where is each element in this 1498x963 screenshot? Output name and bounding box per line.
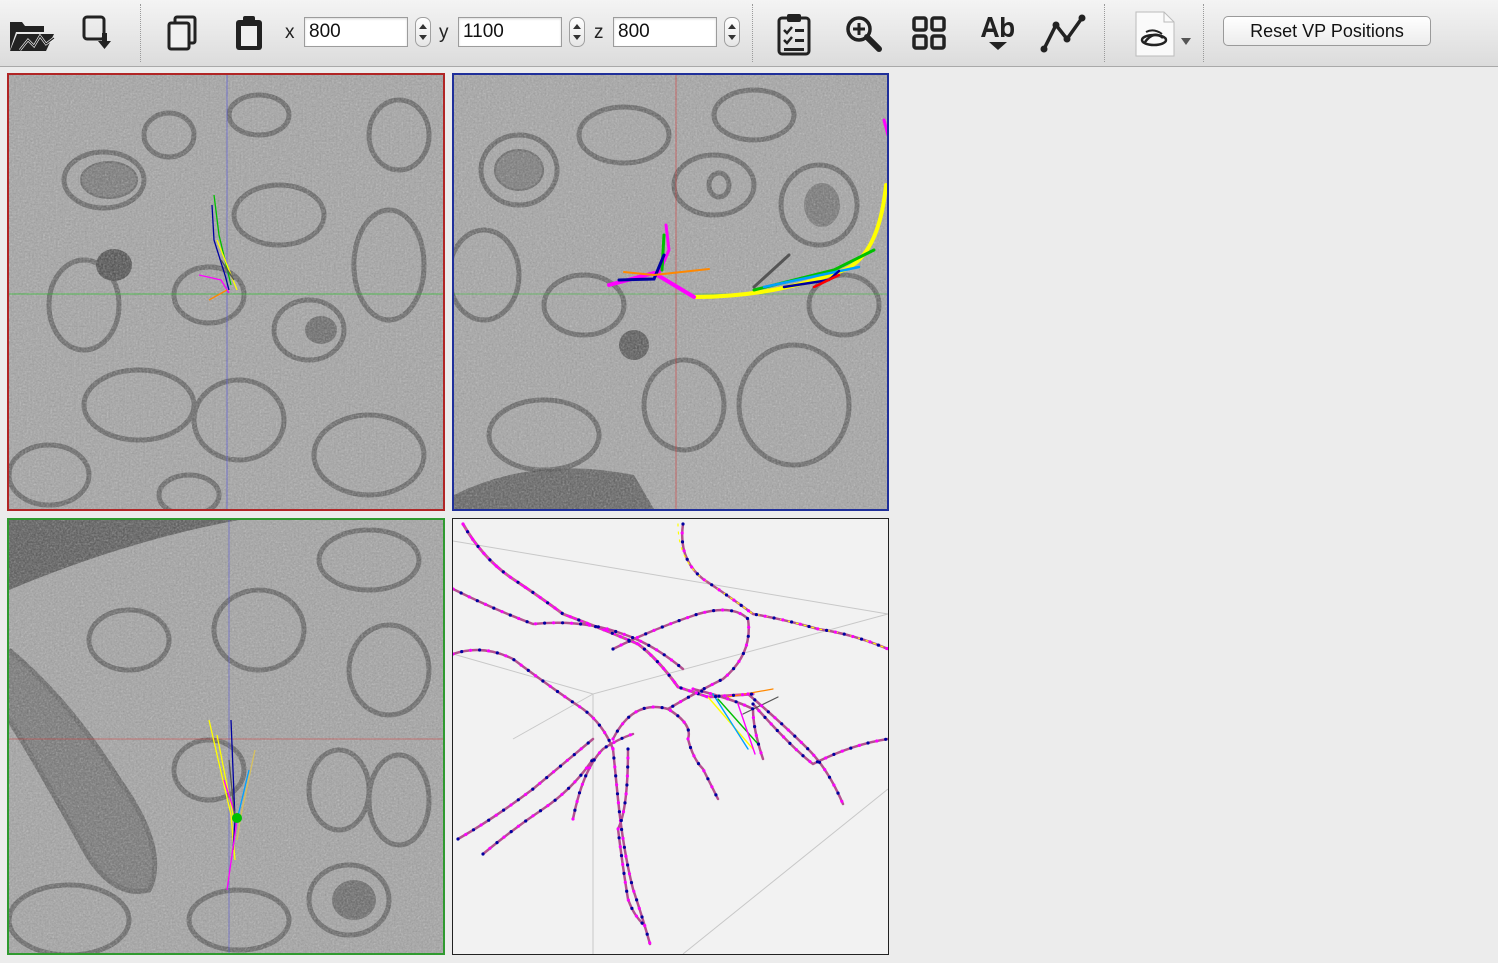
viewport-xy[interactable] (7, 73, 445, 511)
toolbar-separator (140, 4, 141, 62)
skeleton-nodes (453, 522, 888, 945)
z-coordinate-input[interactable] (613, 17, 717, 47)
x-coordinate-input[interactable] (304, 17, 408, 47)
viewport-3d-skeleton[interactable] (452, 518, 889, 955)
y-stepper[interactable] (569, 17, 585, 47)
reset-vp-positions-button[interactable]: Reset VP Positions (1223, 16, 1431, 46)
save-icon[interactable] (82, 15, 118, 56)
y-coordinate-input[interactable] (458, 17, 562, 47)
em-image-yz (9, 520, 443, 953)
skeleton-icon[interactable] (1040, 13, 1088, 58)
skeleton-3d-view (453, 522, 888, 954)
grid-icon[interactable] (912, 16, 946, 55)
open-folder-icon[interactable] (8, 14, 58, 59)
toolbar-separator (752, 4, 753, 62)
x-label: x (285, 22, 295, 43)
z-stepper[interactable] (724, 17, 740, 47)
toolbar: x y z (0, 0, 1498, 67)
toolbar-separator (1104, 4, 1105, 62)
toolbar-separator (1203, 4, 1204, 62)
copy-icon[interactable] (166, 15, 198, 56)
em-image-xy (9, 75, 443, 509)
em-image-xz (454, 75, 887, 509)
z-label: z (594, 22, 604, 43)
clipboard-icon[interactable] (776, 12, 812, 61)
y-label: y (439, 22, 449, 43)
paste-icon[interactable] (233, 14, 265, 57)
x-stepper[interactable] (415, 17, 431, 47)
zoom-icon[interactable] (844, 14, 882, 57)
tools-dropdown[interactable] (1132, 10, 1196, 63)
text-size-icon[interactable] (978, 13, 1018, 58)
viewport-xz[interactable] (452, 73, 889, 511)
viewport-yz[interactable] (7, 518, 445, 955)
